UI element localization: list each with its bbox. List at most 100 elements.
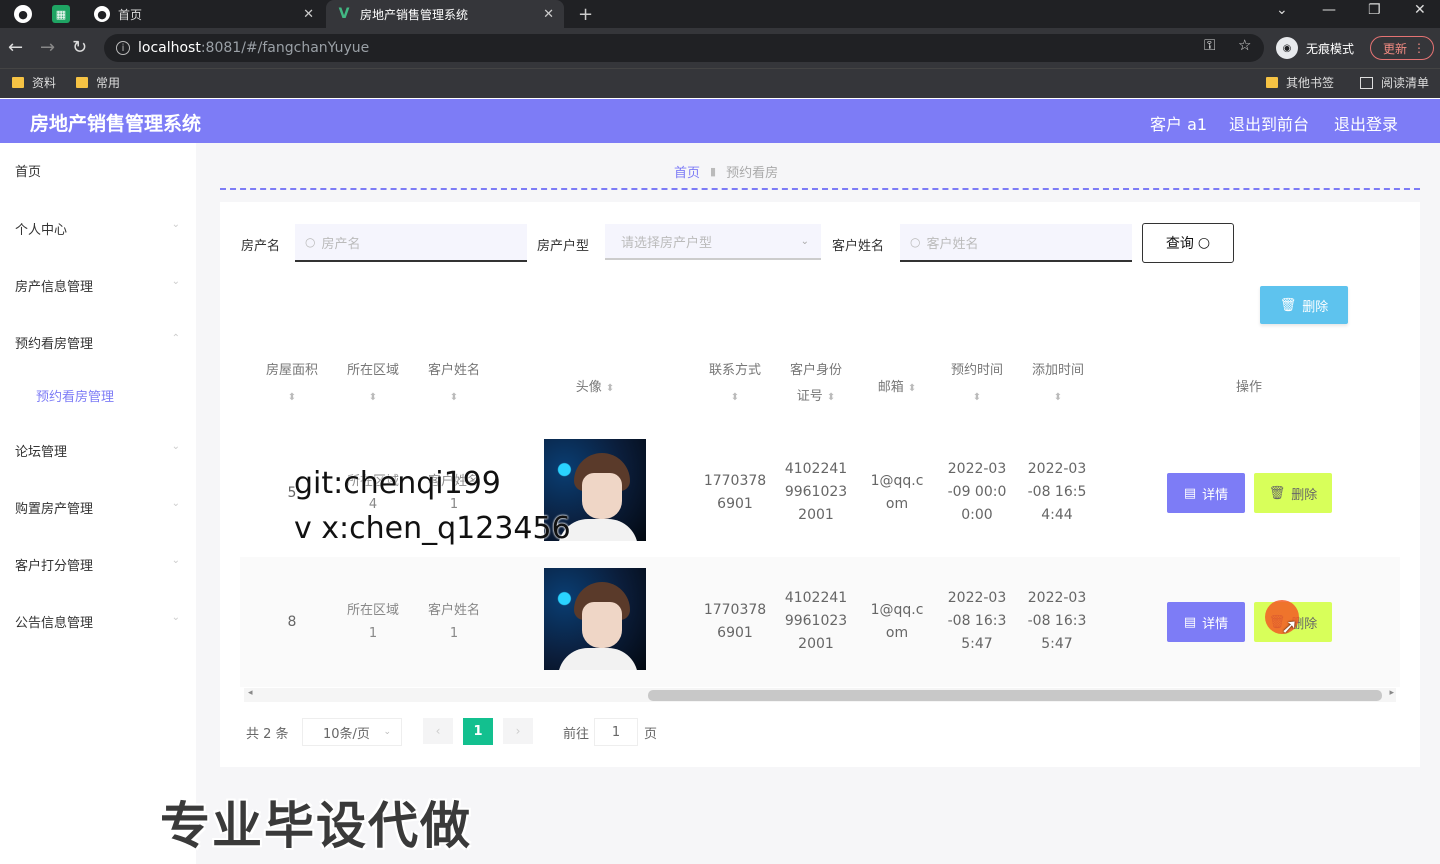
sort-icon[interactable]: ⬍: [369, 392, 377, 403]
filter-type-select[interactable]: 请选择房产户型 ⌄: [605, 224, 821, 260]
extension-sheet-icon[interactable]: ▦: [52, 5, 70, 23]
chevron-down-icon: ⌄: [383, 727, 391, 737]
forward-icon[interactable]: →: [40, 37, 55, 58]
sidebar-subitem-appointment[interactable]: 预约看房管理: [36, 386, 114, 405]
sidebar-item-forum[interactable]: 论坛管理 ⌄: [15, 441, 180, 460]
scroll-right-icon[interactable]: ▸: [1389, 688, 1394, 698]
cell-time-line: 2022-03: [1027, 590, 1087, 606]
filter-customer-label: 客户姓名: [832, 239, 885, 254]
column-header-email[interactable]: 邮箱 ⬍: [862, 375, 932, 402]
update-button[interactable]: 更新 ⋮: [1370, 36, 1434, 60]
sort-icon[interactable]: ⬍: [731, 392, 739, 403]
cell-phone-line: 1770378: [703, 602, 767, 618]
breadcrumb-home[interactable]: 首页: [674, 162, 700, 181]
back-icon[interactable]: ←: [8, 37, 23, 58]
sort-icon[interactable]: ⬍: [827, 392, 835, 403]
extension-globe-icon[interactable]: ●: [14, 5, 32, 23]
url-input[interactable]: i localhost:8081/#/fangchanYuyue ⚿ ☆: [104, 34, 1264, 62]
cell-time-line: 5:47: [961, 636, 993, 652]
tab-app[interactable]: V 房地产销售管理系统 ✕: [326, 0, 564, 28]
query-button[interactable]: 查询 ○: [1142, 223, 1234, 263]
batch-delete-label: 删除: [1302, 299, 1329, 315]
app-title: 房地产销售管理系统: [30, 113, 202, 135]
new-tab-button[interactable]: +: [578, 4, 593, 25]
sort-icon[interactable]: ⬍: [606, 383, 614, 394]
column-header-label: 证号: [796, 389, 823, 404]
logout-link[interactable]: 退出登录: [1334, 111, 1398, 135]
sidebar-item-notice[interactable]: 公告信息管理 ⌄: [15, 612, 180, 631]
cell-time-line: 0:00: [961, 507, 993, 523]
column-header-phone[interactable]: 联系方式 ⬍: [705, 358, 765, 411]
filter-type-placeholder: 请选择房产户型: [621, 235, 713, 251]
sidebar-item-appointment[interactable]: 预约看房管理 ⌃: [15, 333, 180, 352]
column-header-label: 客户姓名: [427, 363, 480, 378]
goto-page-input[interactable]: 1: [594, 718, 638, 746]
update-label: 更新: [1383, 41, 1408, 56]
sort-icon[interactable]: ⬍: [908, 383, 916, 394]
cell-appoint-time: 2022-03 -09 00:0 0:00: [942, 458, 1012, 527]
sidebar-item-home[interactable]: 首页: [15, 161, 180, 180]
sidebar-item-property[interactable]: 房产信息管理 ⌄: [15, 276, 180, 295]
filter-name-placeholder: 房产名: [321, 236, 361, 252]
sort-icon[interactable]: ⬍: [450, 392, 458, 403]
tab-search-icon[interactable]: ⌄: [1276, 2, 1288, 18]
watermark-git: git:chenqi199: [294, 466, 501, 501]
tab-home[interactable]: ● 首页 ✕: [84, 0, 324, 28]
bookmark-folder[interactable]: 常用: [76, 74, 120, 91]
column-header-avatar[interactable]: 头像 ⬍: [550, 375, 640, 402]
incognito-indicator[interactable]: ◉ 无痕模式: [1276, 34, 1354, 62]
bookmark-label: 其他书签: [1286, 76, 1335, 90]
sidebar-item-profile[interactable]: 个人中心 ⌄: [15, 219, 180, 238]
cell-area: 8: [287, 614, 297, 630]
bookmark-folder[interactable]: 资料: [12, 74, 56, 91]
prev-page-button[interactable]: ‹: [423, 718, 453, 744]
horizontal-scrollbar[interactable]: ◂ ▸: [244, 688, 1396, 702]
close-window-icon[interactable]: ✕: [1414, 2, 1426, 18]
sort-icon[interactable]: ⬍: [1054, 392, 1062, 403]
sort-icon[interactable]: ⬍: [973, 392, 981, 403]
column-header-idcard[interactable]: 客户身份 证号 ⬍: [784, 358, 848, 411]
reload-icon[interactable]: ↻: [72, 37, 87, 58]
star-icon[interactable]: ☆: [1238, 36, 1251, 54]
filter-customer-input[interactable]: ○ 客户姓名: [900, 224, 1132, 262]
scrollbar-thumb[interactable]: [648, 690, 1382, 701]
sort-icon[interactable]: ⬍: [288, 392, 296, 403]
breadcrumb-current: 预约看房: [726, 166, 779, 181]
column-header-add-time[interactable]: 添加时间 ⬍: [1028, 358, 1088, 411]
delete-button[interactable]: 🗑 删除: [1254, 473, 1332, 513]
search-icon: ○: [910, 235, 921, 249]
minimize-icon[interactable]: —: [1322, 2, 1336, 18]
page-size-select[interactable]: 10条/页 ⌄: [302, 718, 402, 746]
column-header-label: 房屋面积: [265, 363, 318, 378]
cell-phone: 1770378 6901: [700, 599, 770, 645]
reading-list[interactable]: 阅读清单: [1360, 74, 1429, 91]
detail-button[interactable]: ▤ 详情: [1167, 473, 1245, 513]
info-icon[interactable]: i: [116, 41, 130, 55]
sidebar-item-purchase[interactable]: 购置房产管理 ⌄: [15, 498, 180, 517]
column-header-customer[interactable]: 客户姓名 ⬍: [424, 358, 484, 411]
cell-customer-value: 1: [449, 626, 459, 641]
key-icon[interactable]: ⚿: [1204, 36, 1215, 54]
vue-icon: V: [338, 6, 350, 22]
detail-button[interactable]: ▤ 详情: [1167, 602, 1245, 642]
restore-icon[interactable]: ❐: [1368, 2, 1381, 18]
close-tab-icon[interactable]: ✕: [303, 7, 314, 22]
search-icon: ○: [305, 235, 316, 249]
column-header-label: 联系方式: [708, 363, 761, 378]
column-header-area[interactable]: 房屋面积 ⬍: [262, 358, 322, 411]
bookmarks-bar: 资料 常用 其他书签 阅读清单: [0, 68, 1440, 98]
cell-time-line: -08 16:5: [1027, 484, 1087, 500]
scroll-left-icon[interactable]: ◂: [248, 688, 253, 698]
exit-to-front-link[interactable]: 退出到前台: [1229, 111, 1309, 135]
batch-delete-button[interactable]: 🗑 删除: [1260, 286, 1348, 324]
sidebar-item-label: 购置房产管理: [15, 502, 94, 517]
column-header-appoint-time[interactable]: 预约时间 ⬍: [947, 358, 1007, 411]
page-number-current[interactable]: 1: [463, 718, 493, 745]
close-tab-icon[interactable]: ✕: [543, 7, 554, 22]
next-page-button[interactable]: ›: [503, 718, 533, 744]
filter-name-input[interactable]: ○ 房产名: [295, 224, 527, 262]
sidebar-item-rating[interactable]: 客户打分管理 ⌄: [15, 555, 180, 574]
column-header-region[interactable]: 所在区域 ⬍: [343, 358, 403, 411]
other-bookmarks[interactable]: 其他书签: [1266, 74, 1334, 91]
address-bar: ← → ↻ i localhost:8081/#/fangchanYuyue ⚿…: [0, 28, 1440, 68]
